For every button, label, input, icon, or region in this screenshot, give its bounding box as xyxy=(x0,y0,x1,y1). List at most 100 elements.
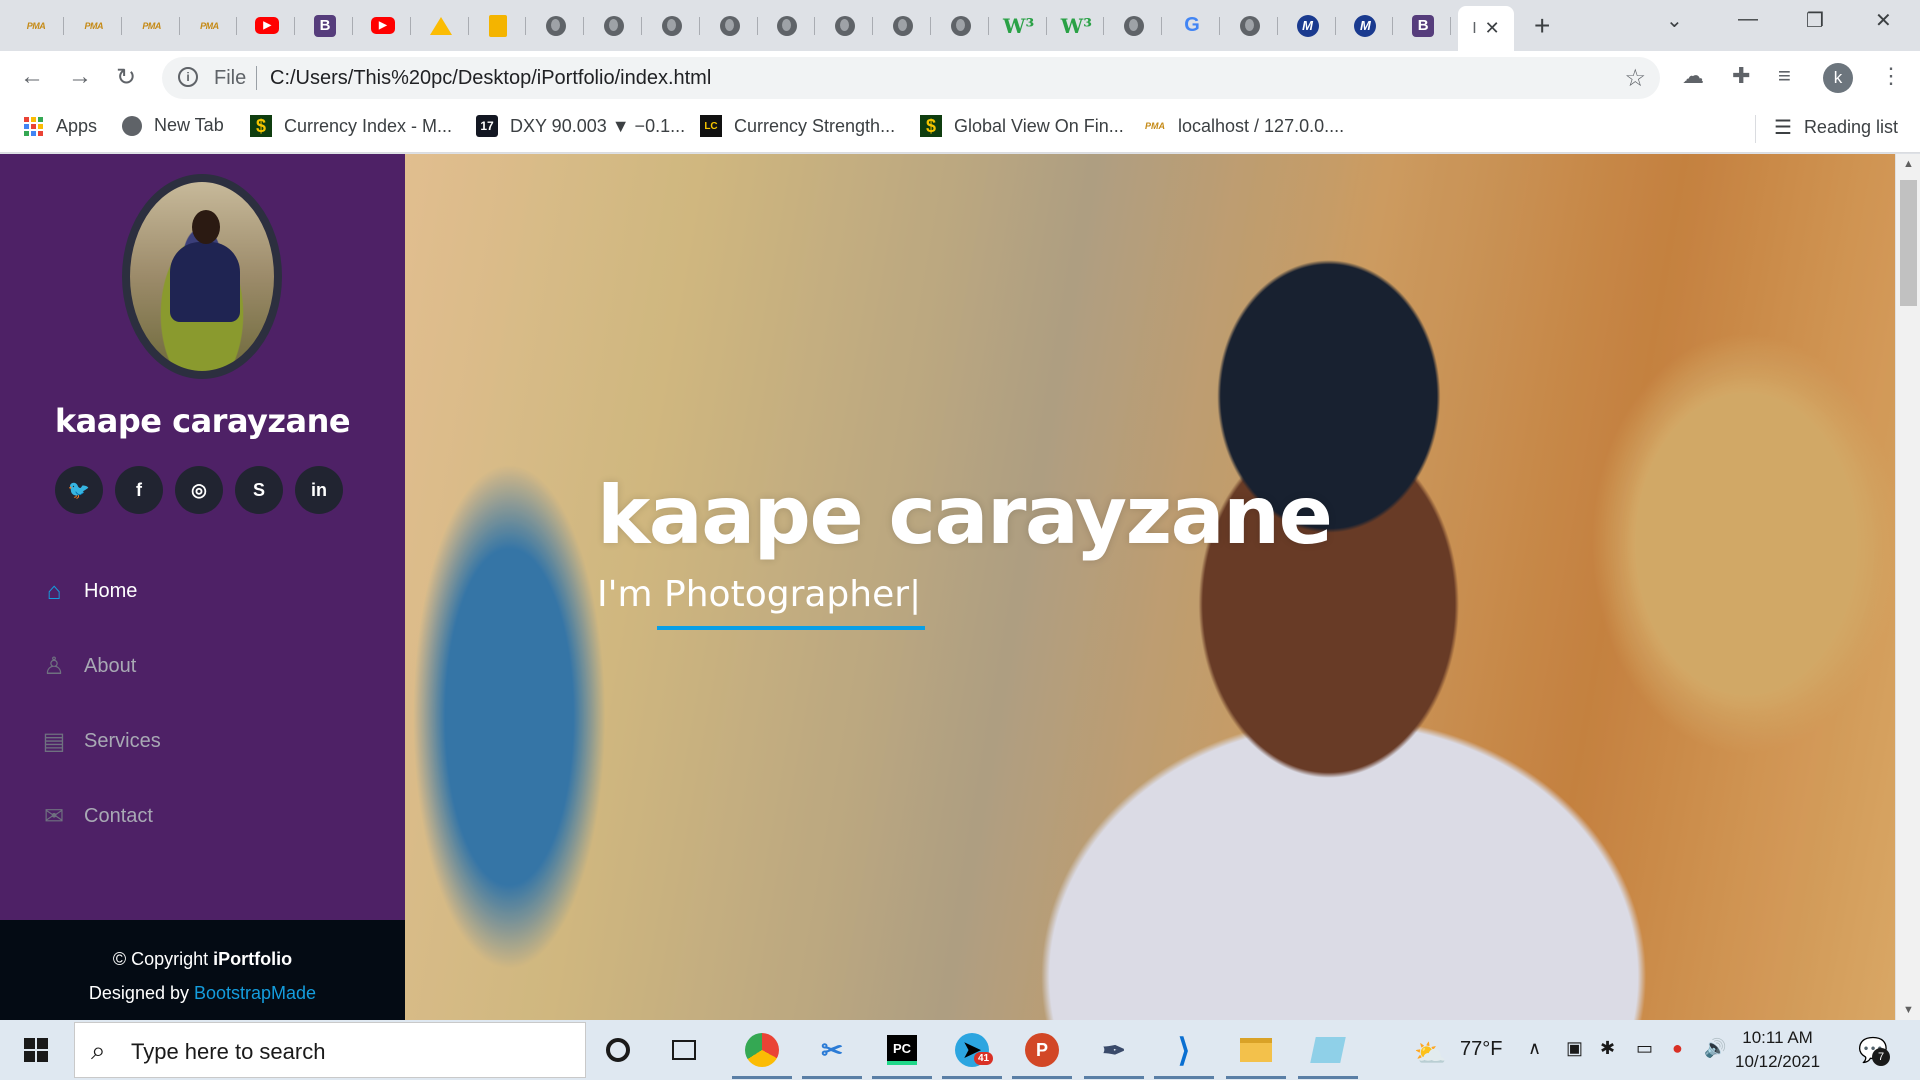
browser-tab[interactable]: W³ xyxy=(991,8,1047,43)
browser-tab[interactable] xyxy=(1106,8,1163,43)
bluetooth-icon[interactable]: ✱ xyxy=(1600,1038,1615,1059)
snipping-tool-icon-glyph: ✂ xyxy=(821,1034,843,1065)
unread-badge: 41 xyxy=(974,1052,994,1065)
close-tab-icon[interactable]: ✕ xyxy=(1485,18,1500,39)
scroll-down-arrow-icon[interactable]: ▼ xyxy=(1903,1004,1914,1016)
bookmark-star-icon[interactable]: ☆ xyxy=(1624,64,1646,93)
cloud-sync-icon[interactable]: ☁ xyxy=(1682,63,1704,89)
profile-name[interactable]: kaape carayzane xyxy=(0,402,405,440)
chrome-icon[interactable] xyxy=(742,1030,782,1070)
linkedin-icon[interactable]: in xyxy=(295,466,343,514)
bookmark-item[interactable]: $ Currency Index - M... xyxy=(250,115,452,137)
vscode-icon-glyph: ⟩ xyxy=(1177,1032,1191,1068)
telegram-icon[interactable]: ➤ 41 xyxy=(952,1030,994,1070)
task-view-icon-glyph xyxy=(672,1040,696,1060)
browser-tab[interactable]: ▶ xyxy=(239,8,296,43)
bookmark-item[interactable]: LC Currency Strength... xyxy=(700,115,895,137)
browser-tab[interactable] xyxy=(933,8,989,43)
designer-link[interactable]: BootstrapMade xyxy=(194,983,316,1003)
bookmark-item[interactable]: 17 DXY 90.003 ▼ −0.1... xyxy=(476,115,685,137)
running-indicator xyxy=(1084,1076,1144,1079)
browser-tab[interactable]: PMA xyxy=(66,8,122,43)
nav-label: About xyxy=(84,655,137,677)
browser-tab[interactable] xyxy=(644,8,700,43)
weather-icon[interactable]: ⛅ xyxy=(1414,1038,1446,1069)
windows-logo-pane xyxy=(24,1051,35,1062)
browser-tab[interactable] xyxy=(875,8,931,43)
cortana-icon[interactable] xyxy=(598,1030,638,1070)
site-info-icon[interactable]: i xyxy=(178,67,198,87)
browser-tab[interactable]: PMA xyxy=(181,8,238,43)
globe-icon xyxy=(1239,15,1260,36)
address-bar[interactable]: i File C:/Users/This%20pc/Desktop/iPortf… xyxy=(162,57,1660,99)
twitter-icon[interactable]: 🐦 xyxy=(55,466,103,514)
scroll-up-arrow-icon[interactable]: ▲ xyxy=(1903,158,1914,170)
close-window-icon[interactable]: ✕ xyxy=(1875,8,1892,33)
bookmark-item[interactable]: $ Global View On Fin... xyxy=(920,115,1124,137)
snipping-tool-icon[interactable]: ✂ xyxy=(812,1030,852,1070)
browser-tab[interactable]: PMA xyxy=(8,8,64,43)
file-explorer-icon[interactable] xyxy=(1236,1030,1276,1070)
browser-tab[interactable]: B xyxy=(1395,8,1452,43)
media-queue-icon[interactable]: ≡ xyxy=(1778,63,1791,89)
reload-icon[interactable]: ↻ xyxy=(116,63,136,92)
page-scrollbar[interactable]: ▲ ▼ xyxy=(1895,154,1920,1020)
browser-tab[interactable] xyxy=(1222,8,1278,43)
browser-tab[interactable] xyxy=(759,8,816,43)
bookmark-item[interactable]: Apps xyxy=(22,115,97,137)
tab-search-icon[interactable]: ⌄ xyxy=(1666,8,1683,33)
tab-separator xyxy=(120,17,122,35)
notepad-icon[interactable] xyxy=(1308,1030,1348,1070)
system-clock[interactable]: 10:11 AM 10/12/2021 xyxy=(1735,1026,1820,1074)
browser-tab[interactable] xyxy=(528,8,585,43)
tab-active[interactable]: I ✕ xyxy=(1458,6,1514,51)
volume-icon[interactable]: 🔊 xyxy=(1704,1038,1726,1059)
nav-item-services[interactable]: ▤ Services xyxy=(40,704,161,779)
task-view-icon[interactable] xyxy=(664,1030,704,1070)
menu-kebab-icon[interactable]: ⋮ xyxy=(1880,63,1902,89)
skype-icon[interactable]: S xyxy=(235,466,283,514)
url-text[interactable]: C:/Users/This%20pc/Desktop/iPortfolio/in… xyxy=(270,67,711,90)
powerpoint-icon[interactable]: P xyxy=(1022,1030,1062,1070)
device-icon[interactable]: ▣ xyxy=(1566,1038,1583,1059)
bookmark-item[interactable]: New Tab xyxy=(122,115,224,136)
browser-tab[interactable]: ▶ xyxy=(355,8,411,43)
browser-tab[interactable] xyxy=(413,8,469,43)
bookmark-item[interactable]: PMA localhost / 127.0.0.... xyxy=(1144,115,1344,137)
browser-tab[interactable]: G xyxy=(1164,8,1220,43)
browser-tab[interactable] xyxy=(470,8,527,43)
new-tab-button[interactable]: + xyxy=(1534,10,1550,42)
taskbar-search[interactable]: ⌕ Type here to search xyxy=(74,1022,586,1078)
profile-avatar[interactable]: k xyxy=(1823,63,1853,93)
scrollbar-thumb[interactable] xyxy=(1900,180,1917,306)
back-icon[interactable]: ← xyxy=(20,63,44,91)
reading-list-button[interactable]: ☰ Reading list xyxy=(1774,115,1898,140)
show-hidden-icons-icon[interactable]: ∧ xyxy=(1528,1038,1541,1059)
weather-temperature[interactable]: 77°F xyxy=(1460,1038,1502,1061)
vscode-icon[interactable]: ⟩ xyxy=(1164,1030,1204,1070)
browser-tab[interactable]: M xyxy=(1280,8,1336,43)
facebook-icon[interactable]: f xyxy=(115,466,163,514)
nav-item-about[interactable]: ♙ About xyxy=(40,629,161,704)
extensions-icon[interactable]: ✚ xyxy=(1732,63,1750,89)
feather-pen-icon[interactable]: ✒ xyxy=(1094,1030,1134,1070)
browser-tab[interactable]: W³ xyxy=(1048,8,1105,43)
browser-tab[interactable] xyxy=(817,8,874,43)
restore-icon[interactable]: ❐ xyxy=(1806,8,1824,33)
browser-tab[interactable]: M xyxy=(1337,8,1394,43)
minimize-icon[interactable]: — xyxy=(1738,8,1758,31)
antivirus-icon[interactable]: ● xyxy=(1672,1038,1683,1059)
notification-center-icon[interactable]: 💬 7 xyxy=(1858,1036,1890,1066)
start-button[interactable] xyxy=(24,1038,48,1062)
battery-icon[interactable]: ▭ xyxy=(1636,1038,1653,1059)
pycharm-icon[interactable]: PC xyxy=(882,1030,922,1070)
browser-tab[interactable]: B xyxy=(297,8,353,43)
forward-icon[interactable]: → xyxy=(68,63,92,91)
copyright-brand: iPortfolio xyxy=(213,949,293,969)
instagram-icon[interactable]: ◎ xyxy=(175,466,223,514)
nav-item-home[interactable]: ⌂ Home xyxy=(40,554,161,629)
nav-item-contact[interactable]: ✉ Contact xyxy=(40,779,161,854)
browser-tab[interactable] xyxy=(702,8,758,43)
browser-tab[interactable] xyxy=(586,8,642,43)
browser-tab[interactable]: PMA xyxy=(124,8,180,43)
